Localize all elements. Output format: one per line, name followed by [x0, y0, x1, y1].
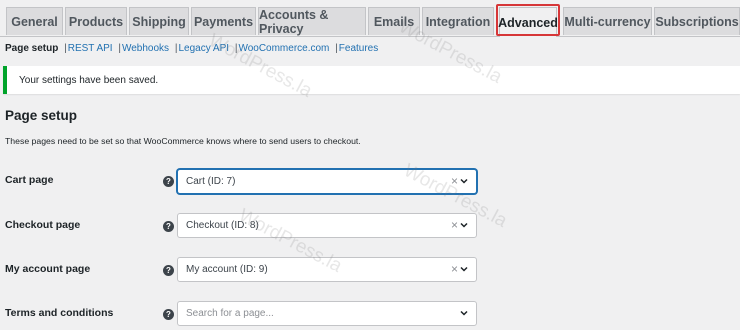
cart-page-label: Cart page	[5, 174, 54, 186]
section-description: These pages need to be set so that WooCo…	[5, 136, 361, 146]
chevron-down-icon	[460, 310, 468, 316]
terms-page-select[interactable]: Search for a page...	[177, 301, 477, 326]
my-account-page-value: My account (ID: 9)	[186, 264, 268, 275]
tab-payments[interactable]: Payments	[191, 7, 256, 35]
clear-icon[interactable]: ×	[451, 263, 458, 275]
terms-page-placeholder: Search for a page...	[186, 308, 274, 319]
checkout-page-value: Checkout (ID: 8)	[186, 220, 259, 231]
cart-page-select[interactable]: Cart (ID: 7) ×	[177, 169, 477, 194]
my-account-page-select[interactable]: My account (ID: 9) ×	[177, 257, 477, 282]
settings-saved-notice: Your settings have been saved.	[3, 66, 740, 94]
chevron-down-icon	[460, 178, 468, 184]
subnav-webhooks[interactable]: Webhooks	[122, 43, 169, 54]
clear-icon[interactable]: ×	[451, 219, 458, 231]
subnav-separator: |	[335, 43, 338, 54]
checkout-page-label: Checkout page	[5, 219, 81, 231]
settings-tabs: General Products Shipping Payments Accou…	[0, 0, 740, 37]
checkout-page-select[interactable]: Checkout (ID: 8) ×	[177, 213, 477, 238]
tab-emails[interactable]: Emails	[368, 7, 420, 35]
tab-shipping[interactable]: Shipping	[129, 7, 189, 35]
tab-accounts-privacy[interactable]: Accounts & Privacy	[258, 7, 366, 36]
chevron-down-icon	[460, 266, 468, 272]
notice-text: Your settings have been saved.	[19, 74, 159, 86]
terms-page-label: Terms and conditions	[5, 307, 114, 319]
help-icon[interactable]: ?	[163, 176, 174, 187]
subnav-legacy-api[interactable]: Legacy API	[178, 43, 229, 54]
section-subnav: Page setup |REST API |Webhooks |Legacy A…	[5, 43, 378, 54]
help-icon[interactable]: ?	[163, 265, 174, 276]
cart-page-value: Cart (ID: 7)	[186, 176, 236, 187]
help-icon[interactable]: ?	[163, 309, 174, 320]
subnav-separator: |	[118, 43, 121, 54]
subnav-current: Page setup	[5, 43, 59, 54]
chevron-down-icon	[460, 222, 468, 228]
tab-general[interactable]: General	[6, 7, 63, 35]
help-icon[interactable]: ?	[163, 221, 174, 232]
tab-subscriptions[interactable]: Subscriptions	[654, 7, 740, 35]
subnav-features[interactable]: Features	[339, 43, 378, 54]
tab-advanced[interactable]: Advanced	[498, 7, 558, 37]
tab-multi-currency[interactable]: Multi-currency	[563, 7, 652, 35]
tab-integration[interactable]: Integration	[422, 7, 494, 35]
subnav-separator: |	[64, 43, 67, 54]
subnav-rest-api[interactable]: REST API	[68, 43, 113, 54]
my-account-page-label: My account page	[5, 263, 91, 275]
tab-products[interactable]: Products	[65, 7, 127, 35]
clear-icon[interactable]: ×	[451, 175, 458, 187]
subnav-woocommerce-com[interactable]: WooCommerce.com	[238, 43, 329, 54]
page-title: Page setup	[5, 108, 78, 123]
